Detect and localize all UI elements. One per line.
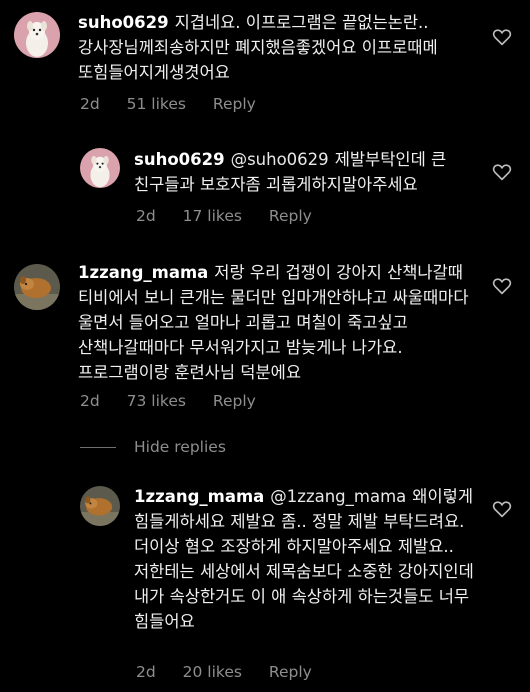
reply-button[interactable]: Reply xyxy=(269,207,312,225)
comment-username[interactable]: 1zzang_mama xyxy=(134,487,264,506)
hide-replies-toggle[interactable]: Hide replies xyxy=(80,438,226,456)
comment-meta: 2d 17 likes Reply xyxy=(136,207,334,225)
comment-meta: 2d 73 likes Reply xyxy=(80,392,278,410)
divider-line xyxy=(80,446,116,448)
reply-button[interactable]: Reply xyxy=(213,392,256,410)
comment-age: 2d xyxy=(80,95,100,113)
comment-meta: 2d 20 likes Reply xyxy=(136,663,334,681)
comment-text: suho0629 @suho0629 제발부탁인데 큰 친구들과 보호자좀 괴롭게하… xyxy=(134,147,484,197)
mention-link[interactable]: @suho0629 xyxy=(231,150,329,169)
comment-username[interactable]: suho0629 xyxy=(134,150,225,169)
mention-link[interactable]: @1zzang_mama xyxy=(270,487,406,506)
white-dog-avatar-icon xyxy=(14,12,60,58)
heart-outline-icon[interactable] xyxy=(492,163,512,181)
comment-username[interactable]: suho0629 xyxy=(78,13,169,32)
comment-text: 1zzang_mama @1zzang_mama 왜이렇게 힘들게하세요 제발요 좀… xyxy=(134,484,484,634)
comment-age: 2d xyxy=(136,207,156,225)
white-dog-avatar-icon xyxy=(80,148,120,188)
comment-body: 왜이렇게 힘들게하세요 제발요 좀.. 정말 제발 부탁드려요. 더이상 혐오 … xyxy=(134,487,474,631)
comment-likes[interactable]: 17 likes xyxy=(183,207,242,225)
comment-username[interactable]: 1zzang_mama xyxy=(78,263,208,282)
brown-dog-avatar-icon xyxy=(14,264,60,310)
user-avatar[interactable] xyxy=(80,148,120,188)
user-avatar[interactable] xyxy=(80,486,120,526)
hide-replies-label[interactable]: Hide replies xyxy=(134,438,226,456)
comment-meta: 2d 51 likes Reply xyxy=(80,95,278,113)
comment-likes[interactable]: 51 likes xyxy=(127,95,186,113)
comment-age: 2d xyxy=(136,663,156,681)
comment-likes[interactable]: 73 likes xyxy=(127,392,186,410)
comment-age: 2d xyxy=(80,392,100,410)
reply-button[interactable]: Reply xyxy=(213,95,256,113)
heart-outline-icon[interactable] xyxy=(492,277,512,295)
user-avatar[interactable] xyxy=(14,264,60,310)
reply-button[interactable]: Reply xyxy=(269,663,312,681)
heart-outline-icon[interactable] xyxy=(492,28,512,46)
user-avatar[interactable] xyxy=(14,12,60,58)
comment-likes[interactable]: 20 likes xyxy=(183,663,242,681)
brown-dog-avatar-icon xyxy=(80,486,120,526)
heart-outline-icon[interactable] xyxy=(492,500,512,518)
comment-text: suho0629 지겹네요. 이프로그램은 끝없는논란.. 강사장님께죄송하지만 … xyxy=(78,10,482,85)
comment-text: 1zzang_mama 저랑 우리 겁쟁이 강아지 산책나갈때 티비에서 보니 큰… xyxy=(78,260,482,385)
